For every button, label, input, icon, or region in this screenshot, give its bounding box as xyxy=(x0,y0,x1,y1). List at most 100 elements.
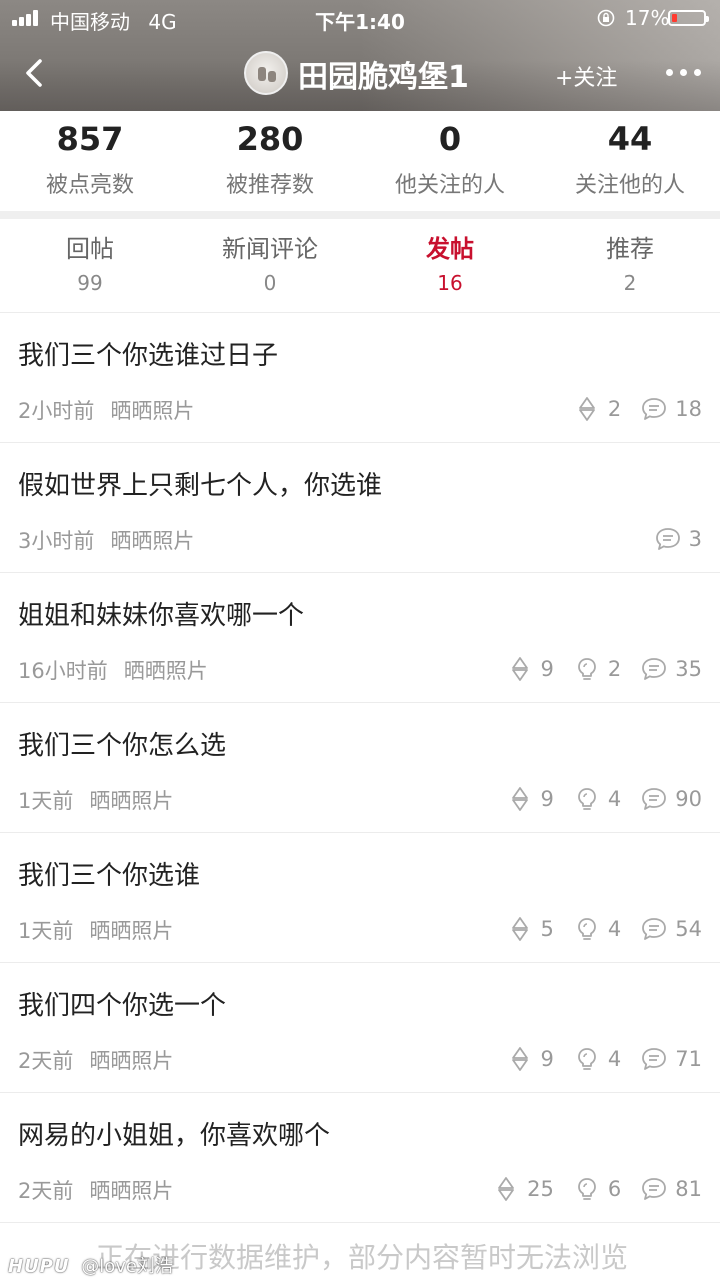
list-item[interactable]: 姐姐和妹妹你喜欢哪一个 16小时前 晒晒照片 9 2 35 xyxy=(0,573,720,703)
post-title: 假如世界上只剩七个人，你选谁 xyxy=(18,471,383,501)
light-count: 4 xyxy=(607,787,622,811)
post-time: 1天前 xyxy=(18,789,74,813)
vote-count: 9 xyxy=(540,787,554,811)
tab-label: 推荐 xyxy=(606,235,654,263)
list-item[interactable]: 我们三个你怎么选 1天前 晒晒照片 9 4 90 xyxy=(0,703,720,833)
vote-count: 2 xyxy=(607,397,622,421)
post-meta: 1天前 晒晒照片 xyxy=(18,915,173,945)
post-meta: 1天前 晒晒照片 xyxy=(18,785,173,815)
list-item[interactable]: 假如世界上只剩七个人，你选谁 3小时前 晒晒照片 3 xyxy=(0,443,720,573)
lightbulb-icon xyxy=(577,1048,596,1070)
post-board: 晒晒照片 xyxy=(123,659,208,683)
vote-stat: 9 xyxy=(507,1046,554,1072)
stat-value: 44 xyxy=(607,120,653,158)
vote-stat: 5 xyxy=(507,916,554,942)
post-stats: 3 xyxy=(635,523,702,555)
username: 田园脆鸡堡1 xyxy=(298,60,469,95)
comment-bubble-icon xyxy=(642,918,667,940)
comment-bubble-icon xyxy=(642,1178,667,1200)
list-item[interactable]: 我们四个你选一个 2天前 晒晒照片 9 4 71 xyxy=(0,963,720,1093)
comment-count: 90 xyxy=(675,787,702,811)
comment-stat: 18 xyxy=(641,396,702,422)
list-item[interactable]: 我们三个你选谁过日子 2小时前 晒晒照片 2 18 xyxy=(0,313,720,443)
list-item[interactable]: 网易的小姐姐，你喜欢哪个 2天前 晒晒照片 25 6 81 xyxy=(0,1093,720,1223)
comment-count: 18 xyxy=(675,397,702,421)
vote-arrows-icon xyxy=(511,1047,528,1071)
light-stat: 4 xyxy=(574,786,621,812)
light-stat: 4 xyxy=(574,1046,621,1072)
post-stats: 9 4 71 xyxy=(487,1043,702,1075)
light-count: 4 xyxy=(607,917,622,941)
comment-count: 71 xyxy=(675,1047,702,1071)
post-board: 晒晒照片 xyxy=(89,789,174,813)
vote-count: 25 xyxy=(527,1177,554,1201)
stat-value: 857 xyxy=(56,120,124,158)
stat-lights-received[interactable]: 857 被点亮数 xyxy=(0,111,180,211)
comment-bubble-icon xyxy=(642,398,667,420)
comment-count: 54 xyxy=(675,917,702,941)
stat-recommended[interactable]: 280 被推荐数 xyxy=(180,111,360,211)
tab-recommended[interactable]: 推荐 2 xyxy=(540,219,720,312)
lightbulb-icon xyxy=(577,918,596,940)
vote-arrows-icon xyxy=(511,787,528,811)
comment-stat: 71 xyxy=(641,1046,702,1072)
vote-stat: 2 xyxy=(574,396,621,422)
vote-arrows-icon xyxy=(578,397,595,421)
post-stats: 9 2 35 xyxy=(487,653,702,685)
post-title: 姐姐和妹妹你喜欢哪一个 xyxy=(18,601,305,631)
post-title: 我们三个你选谁过日子 xyxy=(18,341,279,371)
vote-stat: 9 xyxy=(507,786,554,812)
post-stats: 9 4 90 xyxy=(487,783,702,815)
tab-posts[interactable]: 发帖 16 xyxy=(360,219,540,312)
post-time: 1天前 xyxy=(18,919,74,943)
lightbulb-icon xyxy=(577,788,596,810)
stat-label: 关注他的人 xyxy=(574,173,685,198)
lightbulb-icon xyxy=(577,658,596,680)
stat-value: 0 xyxy=(438,120,462,158)
profile-stats: 857 被点亮数 280 被推荐数 0 他关注的人 44 关注他的人 xyxy=(0,111,720,211)
tab-count: 16 xyxy=(437,271,463,295)
tab-label: 回帖 xyxy=(66,235,114,263)
post-meta: 2天前 晒晒照片 xyxy=(18,1175,173,1205)
status-bar: 中国移动 4G 下午1:40 17% xyxy=(0,0,720,36)
tab-replies[interactable]: 回帖 99 xyxy=(0,219,180,312)
post-stats: 25 6 81 xyxy=(473,1173,702,1205)
avatar[interactable] xyxy=(244,51,288,95)
stat-followers[interactable]: 44 关注他的人 xyxy=(540,111,720,211)
post-title: 我们三个你怎么选 xyxy=(18,731,227,761)
more-dots-icon[interactable] xyxy=(664,56,704,86)
post-title: 网易的小姐姐，你喜欢哪个 xyxy=(18,1121,331,1151)
back-button[interactable] xyxy=(20,56,50,90)
tab-label: 新闻评论 xyxy=(222,235,318,263)
vote-count: 5 xyxy=(540,917,554,941)
follow-button[interactable]: +关注 xyxy=(555,60,617,92)
light-stat: 6 xyxy=(574,1176,621,1202)
comment-stat: 81 xyxy=(641,1176,702,1202)
vote-stat: 9 xyxy=(507,656,554,682)
comment-stat: 35 xyxy=(641,656,702,682)
light-count: 4 xyxy=(607,1047,622,1071)
post-board: 晒晒照片 xyxy=(110,529,195,553)
hupu-logo: HUPU xyxy=(8,1256,70,1277)
light-stat: 4 xyxy=(574,916,621,942)
post-title: 我们三个你选谁 xyxy=(18,861,201,891)
post-time: 3小时前 xyxy=(18,529,95,553)
vote-stat: 25 xyxy=(493,1176,554,1202)
stat-following[interactable]: 0 他关注的人 xyxy=(360,111,540,211)
post-list: 我们三个你选谁过日子 2小时前 晒晒照片 2 18 假如世界上只剩七个人，你选谁 … xyxy=(0,313,720,1223)
content-tabs: 回帖 99 新闻评论 0 发帖 16 推荐 2 xyxy=(0,219,720,313)
comment-stat: 3 xyxy=(655,526,702,552)
lightbulb-icon xyxy=(577,1178,596,1200)
comment-count: 35 xyxy=(675,657,702,681)
tab-news-comments[interactable]: 新闻评论 0 xyxy=(180,219,360,312)
stat-value: 280 xyxy=(236,120,304,158)
section-divider xyxy=(0,211,720,219)
vote-arrows-icon xyxy=(498,1177,515,1201)
comment-count: 81 xyxy=(675,1177,702,1201)
post-time: 2天前 xyxy=(18,1179,74,1203)
list-item[interactable]: 我们三个你选谁 1天前 晒晒照片 5 4 54 xyxy=(0,833,720,963)
post-title: 我们四个你选一个 xyxy=(18,991,227,1021)
maintenance-notice: 正在进行数据维护，部分内容暂时无法浏览 xyxy=(96,1241,629,1274)
post-board: 晒晒照片 xyxy=(110,399,195,423)
watermark: HUPU @love刘浩 xyxy=(8,1252,173,1278)
